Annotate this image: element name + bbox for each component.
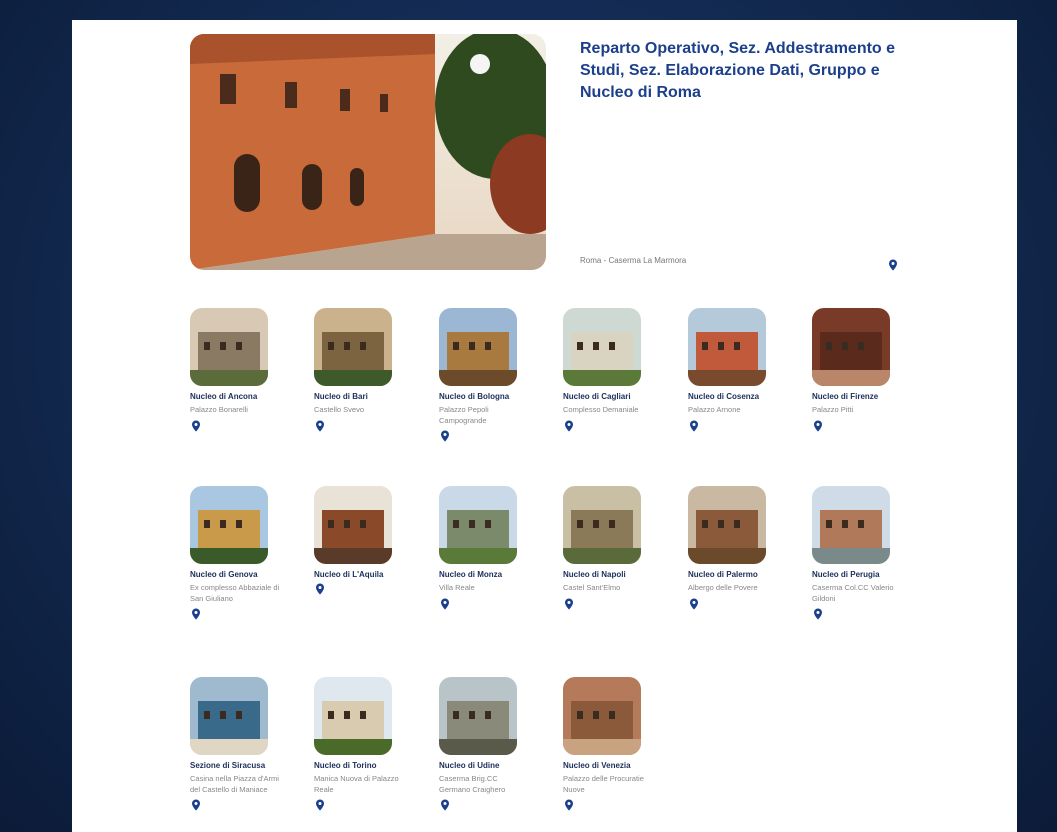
nucleo-card[interactable]: Nucleo di Cagliari Complesso Demaniale bbox=[563, 308, 663, 437]
map-pin-icon[interactable] bbox=[688, 597, 700, 609]
nucleo-place: Villa Reale bbox=[439, 583, 475, 592]
map-pin-icon[interactable] bbox=[563, 798, 575, 811]
nucleo-photo[interactable] bbox=[190, 486, 268, 564]
nucleo-photo[interactable] bbox=[563, 677, 641, 755]
nucleo-name[interactable]: Nucleo di Bologna bbox=[439, 392, 539, 401]
map-pin-icon[interactable] bbox=[439, 429, 451, 442]
nucleo-place: Palazzo delle Procuratie Nuove bbox=[563, 774, 644, 794]
nucleo-place: Complesso Demaniale bbox=[563, 405, 639, 414]
nucleo-name[interactable]: Nucleo di Bari bbox=[314, 392, 414, 401]
nucleo-place: Manica Nuova di Palazzo Reale bbox=[314, 774, 399, 794]
nucleo-name[interactable]: Nucleo di Ancona bbox=[190, 392, 290, 401]
nucleo-place: Palazzo Pitti bbox=[812, 405, 854, 414]
content-panel: Reparto Operativo, Sez. Addestramento e … bbox=[72, 20, 1017, 832]
nucleo-name[interactable]: Nucleo di Genova bbox=[190, 570, 290, 579]
nucleo-place: Albergo delle Povere bbox=[688, 583, 758, 592]
nucleo-name[interactable]: Nucleo di Palermo bbox=[688, 570, 788, 579]
map-pin-icon[interactable] bbox=[812, 419, 824, 431]
nucleo-card[interactable]: Nucleo di Torino Manica Nuova di Palazzo … bbox=[314, 677, 414, 816]
nucleo-card[interactable]: Nucleo di Palermo Albergo delle Povere bbox=[688, 486, 788, 615]
nucleo-photo[interactable] bbox=[812, 308, 890, 386]
nucleo-name[interactable]: Nucleo di Perugia bbox=[812, 570, 912, 579]
nucleo-place: Palazzo Pepoli Campogrande bbox=[439, 405, 489, 425]
nucleo-card[interactable]: Nucleo di Ancona Palazzo Bonarelli bbox=[190, 308, 290, 437]
map-pin-icon[interactable] bbox=[314, 582, 326, 595]
nucleo-name[interactable]: Sezione di Siracusa bbox=[190, 761, 290, 770]
map-pin-icon[interactable] bbox=[563, 597, 575, 609]
nucleo-card[interactable]: Nucleo di Venezia Palazzo delle Procurati… bbox=[563, 677, 663, 816]
nucleo-photo[interactable] bbox=[190, 677, 268, 755]
nucleo-name[interactable]: Nucleo di Cagliari bbox=[563, 392, 663, 401]
nucleo-place: Caserma Brig.CC Germano Craighero bbox=[439, 774, 506, 794]
nucleo-card[interactable]: Nucleo di Bologna Palazzo Pepoli Campogra… bbox=[439, 308, 539, 447]
map-pin-icon[interactable] bbox=[190, 419, 202, 431]
nucleo-place: Castel Sant'Elmo bbox=[563, 583, 621, 592]
nucleo-card[interactable]: Nucleo di Napoli Castel Sant'Elmo bbox=[563, 486, 663, 615]
nucleo-card[interactable]: Nucleo di L'Aquila bbox=[314, 486, 414, 600]
nucleo-photo[interactable] bbox=[314, 486, 392, 564]
nucleo-name[interactable]: Nucleo di Monza bbox=[439, 570, 539, 579]
nucleo-photo[interactable] bbox=[688, 308, 766, 386]
map-pin-icon[interactable] bbox=[314, 798, 326, 811]
nucleo-name[interactable]: Nucleo di Torino bbox=[314, 761, 414, 770]
map-pin-icon[interactable] bbox=[812, 607, 824, 620]
nucleo-photo[interactable] bbox=[314, 677, 392, 755]
map-pin-icon[interactable] bbox=[439, 597, 451, 609]
nucleo-place: Ex complesso Abbaziale di San Giuliano bbox=[190, 583, 280, 603]
hero-photo[interactable] bbox=[190, 34, 546, 270]
nucleo-card[interactable]: Nucleo di Udine Caserma Brig.CC Germano C… bbox=[439, 677, 539, 816]
nucleo-card[interactable]: Nucleo di Perugia Caserma Col.CC Valerio … bbox=[812, 486, 912, 625]
nucleo-photo[interactable] bbox=[688, 486, 766, 564]
hero-title[interactable]: Reparto Operativo, Sez. Addestramento e … bbox=[580, 38, 910, 104]
map-pin-icon[interactable] bbox=[190, 607, 202, 620]
nucleo-photo[interactable] bbox=[812, 486, 890, 564]
nucleo-name[interactable]: Nucleo di Firenze bbox=[812, 392, 912, 401]
map-pin-icon[interactable] bbox=[314, 419, 326, 431]
nucleo-card[interactable]: Sezione di Siracusa Casina nella Piazza d… bbox=[190, 677, 290, 816]
nucleo-photo[interactable] bbox=[439, 677, 517, 755]
nucleo-card[interactable]: Nucleo di Monza Villa Reale bbox=[439, 486, 539, 615]
nucleo-card[interactable]: Nucleo di Genova Ex complesso Abbaziale d… bbox=[190, 486, 290, 625]
nucleo-photo[interactable] bbox=[563, 308, 641, 386]
nucleo-card[interactable]: Nucleo di Bari Castello Svevo bbox=[314, 308, 414, 437]
nucleo-card[interactable]: Nucleo di Firenze Palazzo Pitti bbox=[812, 308, 912, 437]
hero-location: Roma - Caserma La Marmora bbox=[580, 256, 687, 265]
nucleo-card[interactable]: Nucleo di Cosenza Palazzo Arnone bbox=[688, 308, 788, 437]
map-pin-icon[interactable] bbox=[563, 419, 575, 431]
nucleo-place: Palazzo Arnone bbox=[688, 405, 741, 414]
nucleo-name[interactable]: Nucleo di Napoli bbox=[563, 570, 663, 579]
nucleo-name[interactable]: Nucleo di Cosenza bbox=[688, 392, 788, 401]
map-pin-icon[interactable] bbox=[688, 419, 700, 431]
nucleo-name[interactable]: Nucleo di Udine bbox=[439, 761, 539, 770]
nucleo-place: Castello Svevo bbox=[314, 405, 365, 414]
nucleo-photo[interactable] bbox=[563, 486, 641, 564]
nucleo-place: Casina nella Piazza d'Armi del Castello … bbox=[190, 774, 279, 794]
nucleo-photo[interactable] bbox=[190, 308, 268, 386]
nucleo-photo[interactable] bbox=[439, 308, 517, 386]
nucleo-name[interactable]: Nucleo di L'Aquila bbox=[314, 570, 414, 579]
map-pin-icon[interactable] bbox=[439, 798, 451, 811]
nucleo-place: Caserma Col.CC Valerio Gildoni bbox=[812, 583, 894, 603]
map-pin-icon[interactable] bbox=[190, 798, 202, 811]
nucleo-name[interactable]: Nucleo di Venezia bbox=[563, 761, 663, 770]
map-pin-icon[interactable] bbox=[887, 258, 899, 271]
nucleo-photo[interactable] bbox=[439, 486, 517, 564]
nucleo-place: Palazzo Bonarelli bbox=[190, 405, 248, 414]
nucleo-photo[interactable] bbox=[314, 308, 392, 386]
